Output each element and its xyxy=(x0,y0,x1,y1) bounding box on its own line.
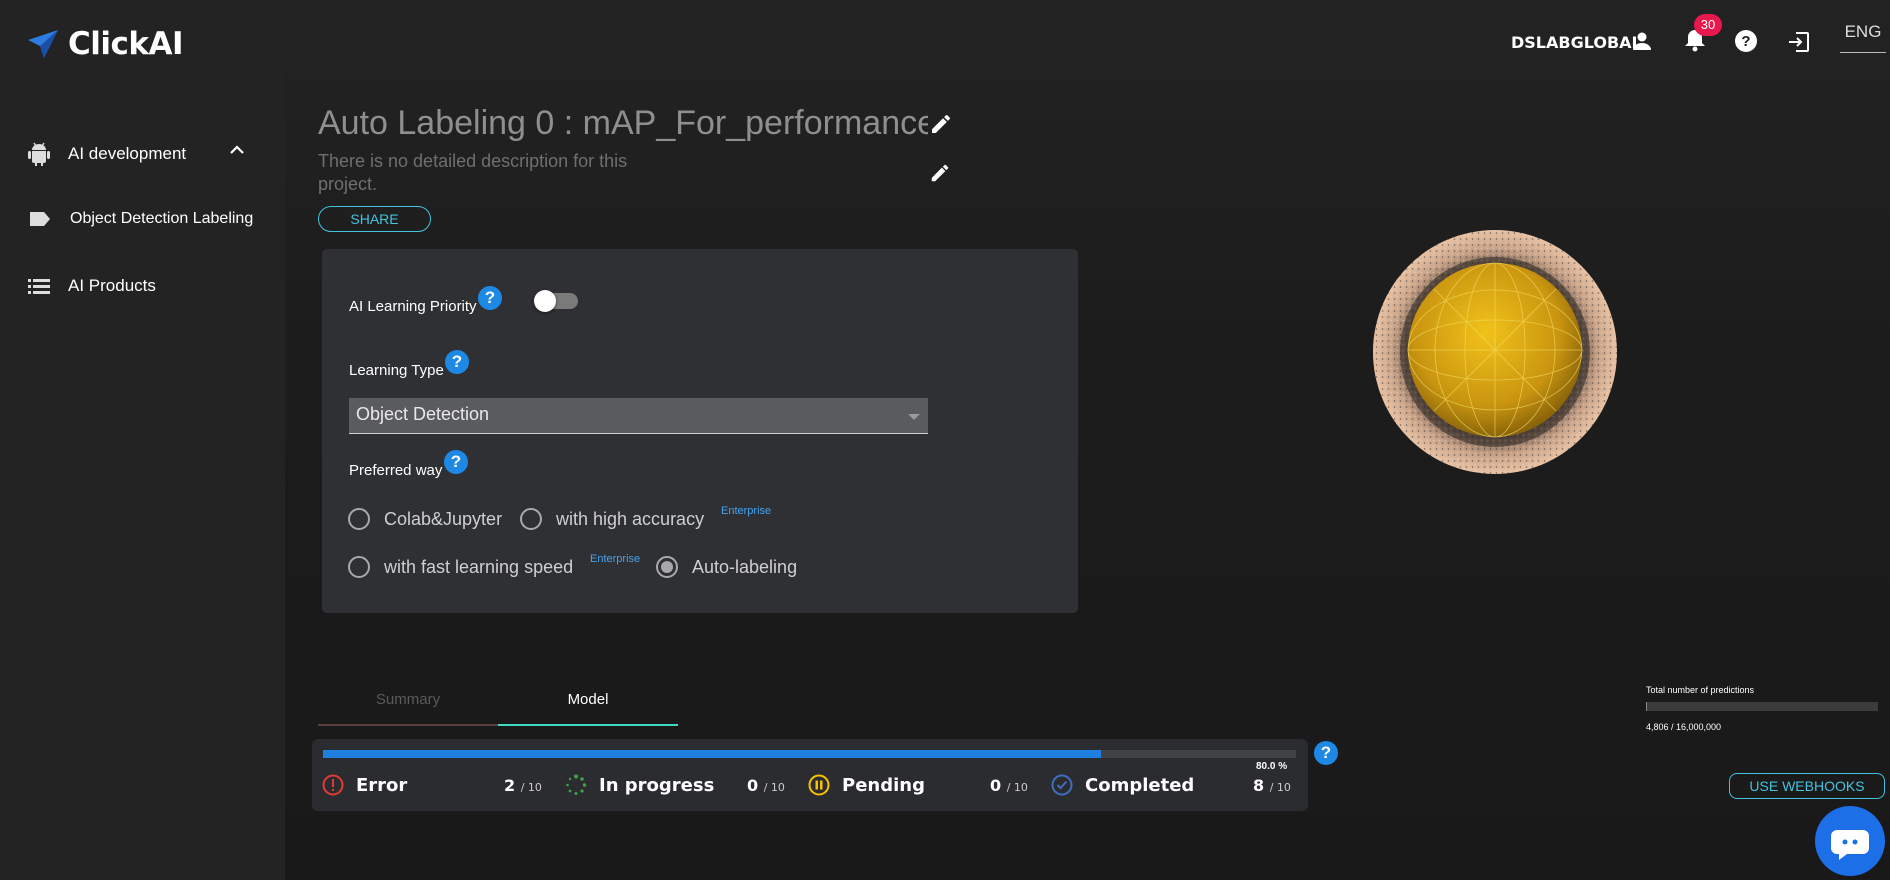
logo[interactable]: ClickAI xyxy=(28,26,184,62)
count-value: 8 xyxy=(1253,776,1265,795)
logout-icon[interactable] xyxy=(1787,30,1811,54)
status-count-pending: 0 / 10 xyxy=(990,776,1028,795)
radio-circle-selected xyxy=(656,556,678,578)
user-icon[interactable] xyxy=(1632,31,1652,51)
count-value: 2 xyxy=(504,776,516,795)
status-count-completed: 8 / 10 xyxy=(1253,776,1291,795)
learning-type-value: Object Detection xyxy=(356,404,490,424)
predictions-label: Total number of predictions xyxy=(1646,685,1755,695)
error-icon xyxy=(322,774,344,796)
radio-colab-jupyter[interactable]: Colab&Jupyter xyxy=(348,508,502,530)
edit-description-icon[interactable] xyxy=(929,162,951,184)
tab-summary[interactable]: Summary xyxy=(318,686,498,726)
pause-icon xyxy=(808,774,830,796)
check-icon xyxy=(1051,774,1073,796)
sidebar-item-ai-development[interactable]: AI development xyxy=(28,142,186,166)
enterprise-tag: Enterprise xyxy=(590,553,641,565)
android-icon xyxy=(28,142,50,166)
radio-label: with fast learning speed xyxy=(384,556,574,577)
status-panel: 80.0 % Error 2 / 10 In progress 0 / 10 P… xyxy=(312,739,1308,811)
use-webhooks-button[interactable]: USE WEBHOOKS xyxy=(1729,773,1885,799)
count-total: / 10 xyxy=(1269,781,1291,794)
count-total: / 10 xyxy=(763,781,785,794)
learning-type-label: Learning Type xyxy=(349,362,444,379)
edit-title-icon[interactable] xyxy=(929,112,953,136)
status-count-error: 2 / 10 xyxy=(504,776,542,795)
radio-circle xyxy=(348,508,370,530)
radio-fast-learning[interactable]: with fast learning speed xyxy=(348,556,573,578)
sidebar: ClickAI AI development Object Detection … xyxy=(0,0,285,880)
count-total: / 10 xyxy=(1006,781,1028,794)
help-icon[interactable]: ? xyxy=(1734,29,1758,53)
radio-label: with high accuracy xyxy=(556,508,705,529)
predictions-bar xyxy=(1646,702,1878,711)
status-pending: Pending xyxy=(808,774,925,796)
language-selector[interactable]: ENG xyxy=(1840,22,1886,53)
status-error: Error xyxy=(322,774,407,796)
project-title: Auto Labeling 0 : mAP_For_performance xyxy=(318,104,928,142)
clickai-logo-icon xyxy=(28,30,58,58)
chevron-up-icon[interactable] xyxy=(228,143,246,155)
preferred-way-label: Preferred way xyxy=(349,462,443,479)
username[interactable]: DSLABGLOBAL xyxy=(1511,33,1642,52)
toggle-knob xyxy=(534,290,556,312)
predictions-value: 4,806 / 16,000,000 xyxy=(1646,722,1722,732)
ai-sphere-visual xyxy=(1372,229,1618,475)
svg-text:?: ? xyxy=(1741,33,1750,50)
list-icon xyxy=(28,279,50,294)
radio-label: Auto-labeling xyxy=(692,556,798,577)
learning-type-select[interactable]: Object Detection xyxy=(349,398,928,434)
help-icon[interactable]: ? xyxy=(1314,741,1338,765)
radio-high-accuracy[interactable]: with high accuracy xyxy=(520,508,704,530)
sidebar-item-label: Object Detection Labeling xyxy=(70,210,254,227)
app-name: ClickAI xyxy=(68,26,184,62)
notification-badge: 30 xyxy=(1694,14,1722,36)
predictions-fill xyxy=(1646,702,1647,711)
count-total: / 10 xyxy=(520,781,542,794)
project-description: There is no detailed description for thi… xyxy=(318,151,628,194)
label-icon xyxy=(30,212,50,226)
count-value: 0 xyxy=(990,776,1002,795)
radio-auto-labeling[interactable]: Auto-labeling xyxy=(656,556,797,578)
enterprise-tag: Enterprise xyxy=(721,505,772,517)
progress-fill xyxy=(323,750,1102,758)
tab-bar: Summary Model xyxy=(318,686,678,726)
progress-percent: 80.0 % xyxy=(1256,761,1288,772)
status-name: Error xyxy=(356,774,408,796)
status-name: Completed xyxy=(1085,774,1195,796)
status-in-progress: In progress xyxy=(565,774,714,796)
help-icon[interactable]: ? xyxy=(445,350,469,374)
status-name: In progress xyxy=(599,774,715,796)
count-value: 0 xyxy=(747,776,759,795)
status-name: Pending xyxy=(842,774,925,796)
radio-label: Colab&Jupyter xyxy=(384,508,503,529)
sidebar-item-label: AI Products xyxy=(68,276,156,295)
sidebar-item-object-detection-labeling[interactable]: Object Detection Labeling xyxy=(28,210,253,228)
sidebar-item-ai-products[interactable]: AI Products xyxy=(28,276,156,296)
chat-button[interactable] xyxy=(1815,806,1885,876)
share-button[interactable]: SHARE xyxy=(318,206,431,232)
status-completed: Completed xyxy=(1051,774,1194,796)
chat-icon xyxy=(1831,830,1869,860)
progress-bar xyxy=(323,750,1296,758)
help-icon[interactable]: ? xyxy=(478,286,502,310)
radio-circle xyxy=(520,508,542,530)
priority-toggle[interactable] xyxy=(534,290,578,312)
help-icon[interactable]: ? xyxy=(444,450,468,474)
radio-circle xyxy=(348,556,370,578)
dropdown-caret-icon xyxy=(908,414,920,420)
status-count-in-progress: 0 / 10 xyxy=(747,776,785,795)
priority-label: AI Learning Priority xyxy=(349,298,477,315)
tab-model[interactable]: Model xyxy=(498,686,678,726)
sidebar-item-label: AI development xyxy=(68,144,187,163)
spinner-icon xyxy=(566,774,587,795)
